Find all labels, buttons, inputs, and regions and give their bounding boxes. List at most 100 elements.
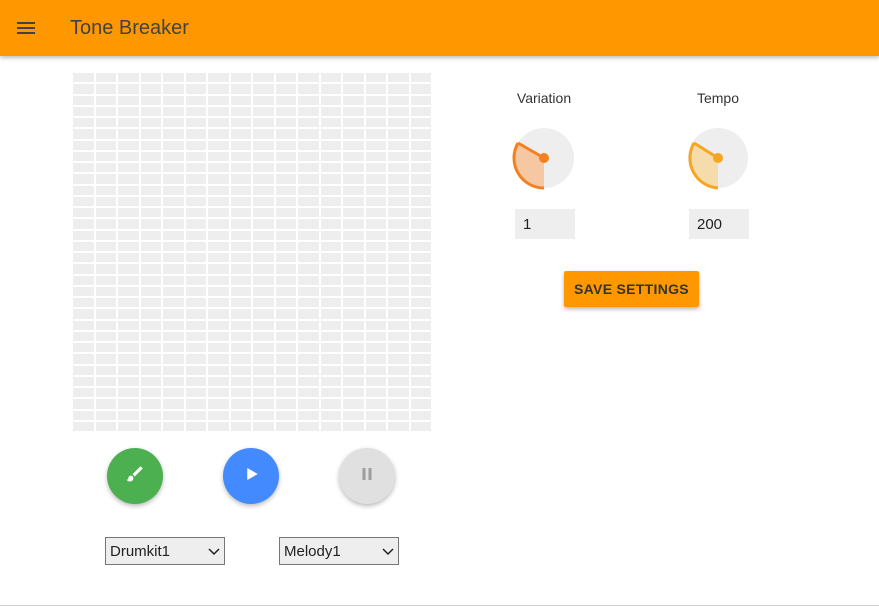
grid-cell[interactable] xyxy=(185,106,206,116)
grid-cell[interactable] xyxy=(140,264,161,274)
grid-cell[interactable] xyxy=(230,129,251,139)
grid-cell[interactable] xyxy=(95,264,116,274)
grid-cell[interactable] xyxy=(298,196,319,206)
grid-cell[interactable] xyxy=(410,106,431,116)
grid-cell[interactable] xyxy=(185,140,206,150)
grid-cell[interactable] xyxy=(185,309,206,319)
grid-cell[interactable] xyxy=(118,196,139,206)
grid-cell[interactable] xyxy=(208,421,229,431)
grid-cell[interactable] xyxy=(343,129,364,139)
grid-cell[interactable] xyxy=(73,388,94,398)
grid-cell[interactable] xyxy=(365,118,386,128)
grid-cell[interactable] xyxy=(410,309,431,319)
grid-cell[interactable] xyxy=(73,264,94,274)
grid-cell[interactable] xyxy=(275,354,296,364)
grid-cell[interactable] xyxy=(208,163,229,173)
grid-cell[interactable] xyxy=(230,264,251,274)
grid-cell[interactable] xyxy=(185,163,206,173)
grid-cell[interactable] xyxy=(365,129,386,139)
grid-cell[interactable] xyxy=(118,73,139,83)
grid-cell[interactable] xyxy=(343,331,364,341)
grid-cell[interactable] xyxy=(388,95,409,105)
grid-cell[interactable] xyxy=(365,343,386,353)
grid-cell[interactable] xyxy=(73,241,94,251)
grid-cell[interactable] xyxy=(140,118,161,128)
grid-cell[interactable] xyxy=(343,95,364,105)
grid-cell[interactable] xyxy=(298,343,319,353)
grid-cell[interactable] xyxy=(298,219,319,229)
grid-cell[interactable] xyxy=(275,365,296,375)
grid-cell[interactable] xyxy=(208,230,229,240)
grid-cell[interactable] xyxy=(275,140,296,150)
grid-cell[interactable] xyxy=(230,196,251,206)
grid-cell[interactable] xyxy=(73,140,94,150)
grid-cell[interactable] xyxy=(253,286,274,296)
grid-cell[interactable] xyxy=(253,376,274,386)
grid-cell[interactable] xyxy=(118,365,139,375)
grid-cell[interactable] xyxy=(208,196,229,206)
play-button[interactable] xyxy=(223,448,279,504)
grid-cell[interactable] xyxy=(140,129,161,139)
grid-cell[interactable] xyxy=(253,320,274,330)
tempo-knob[interactable] xyxy=(686,127,750,191)
grid-cell[interactable] xyxy=(298,84,319,94)
grid-cell[interactable] xyxy=(320,286,341,296)
grid-cell[interactable] xyxy=(343,376,364,386)
grid-cell[interactable] xyxy=(275,73,296,83)
grid-cell[interactable] xyxy=(388,129,409,139)
sequencer-grid[interactable] xyxy=(73,73,431,431)
grid-cell[interactable] xyxy=(275,196,296,206)
grid-cell[interactable] xyxy=(95,241,116,251)
grid-cell[interactable] xyxy=(298,354,319,364)
grid-cell[interactable] xyxy=(298,129,319,139)
grid-cell[interactable] xyxy=(365,185,386,195)
grid-cell[interactable] xyxy=(73,106,94,116)
grid-cell[interactable] xyxy=(118,208,139,218)
grid-cell[interactable] xyxy=(320,219,341,229)
grid-cell[interactable] xyxy=(343,309,364,319)
grid-cell[interactable] xyxy=(163,365,184,375)
grid-cell[interactable] xyxy=(208,275,229,285)
grid-cell[interactable] xyxy=(95,208,116,218)
grid-cell[interactable] xyxy=(185,208,206,218)
grid-cell[interactable] xyxy=(343,185,364,195)
grid-cell[interactable] xyxy=(410,174,431,184)
grid-cell[interactable] xyxy=(298,151,319,161)
grid-cell[interactable] xyxy=(275,106,296,116)
grid-cell[interactable] xyxy=(253,275,274,285)
grid-cell[interactable] xyxy=(320,118,341,128)
grid-cell[interactable] xyxy=(163,343,184,353)
grid-cell[interactable] xyxy=(320,399,341,409)
grid-cell[interactable] xyxy=(230,219,251,229)
grid-cell[interactable] xyxy=(365,298,386,308)
grid-cell[interactable] xyxy=(230,253,251,263)
grid-cell[interactable] xyxy=(140,253,161,263)
grid-cell[interactable] xyxy=(118,219,139,229)
grid-cell[interactable] xyxy=(230,174,251,184)
grid-cell[interactable] xyxy=(253,343,274,353)
grid-cell[interactable] xyxy=(298,275,319,285)
grid-cell[interactable] xyxy=(253,219,274,229)
grid-cell[interactable] xyxy=(253,410,274,420)
grid-cell[interactable] xyxy=(388,106,409,116)
grid-cell[interactable] xyxy=(208,331,229,341)
grid-cell[interactable] xyxy=(298,320,319,330)
grid-cell[interactable] xyxy=(118,410,139,420)
grid-cell[interactable] xyxy=(73,354,94,364)
grid-cell[interactable] xyxy=(343,343,364,353)
tempo-input[interactable]: 200 xyxy=(689,209,749,239)
grid-cell[interactable] xyxy=(118,84,139,94)
grid-cell[interactable] xyxy=(208,343,229,353)
grid-cell[interactable] xyxy=(365,354,386,364)
grid-cell[interactable] xyxy=(320,365,341,375)
grid-cell[interactable] xyxy=(253,196,274,206)
grid-cell[interactable] xyxy=(185,84,206,94)
grid-cell[interactable] xyxy=(140,208,161,218)
grid-cell[interactable] xyxy=(365,106,386,116)
grid-cell[interactable] xyxy=(163,196,184,206)
grid-cell[interactable] xyxy=(73,174,94,184)
grid-cell[interactable] xyxy=(140,196,161,206)
grid-cell[interactable] xyxy=(388,174,409,184)
grid-cell[interactable] xyxy=(230,118,251,128)
grid-cell[interactable] xyxy=(275,410,296,420)
